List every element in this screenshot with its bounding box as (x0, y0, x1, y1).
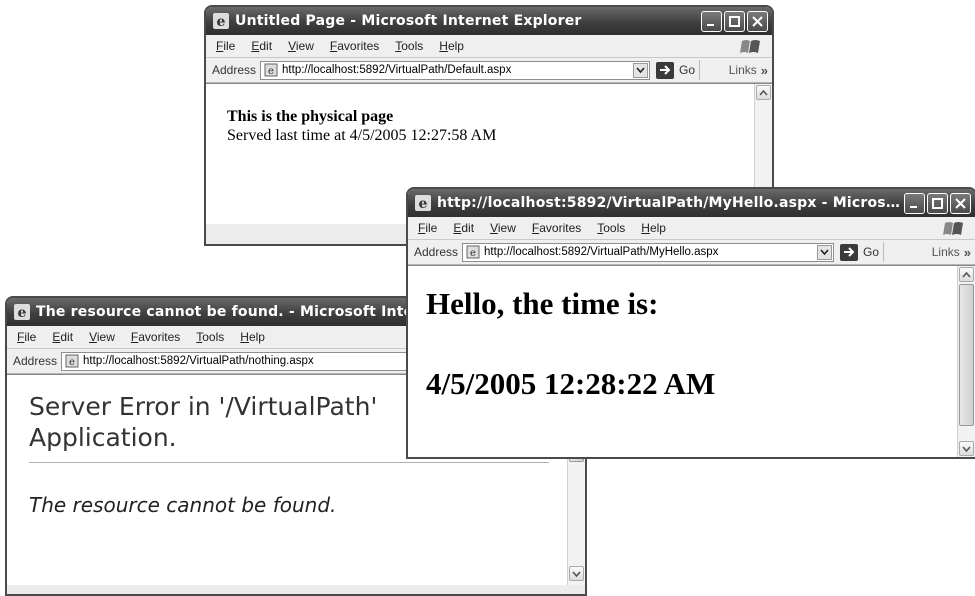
links-button[interactable]: Links» (932, 245, 971, 260)
svg-text:e: e (69, 357, 75, 368)
menu-bar: File Edit View Favorites Tools Help (206, 35, 772, 58)
menu-edit[interactable]: Edit (453, 221, 474, 235)
scroll-up-icon[interactable] (756, 85, 771, 100)
menu-view[interactable]: View (89, 330, 115, 344)
url-text: http://localhost:5892/VirtualPath/Defaul… (282, 64, 512, 76)
address-label: Address (212, 63, 257, 77)
maximize-button[interactable] (927, 192, 948, 214)
menu-help[interactable]: Help (240, 330, 265, 344)
page-heading: This is the physical page (227, 108, 394, 125)
menu-help[interactable]: Help (439, 39, 464, 53)
menu-view[interactable]: View (288, 39, 314, 53)
go-arrow-icon (840, 243, 859, 261)
address-label: Address (414, 245, 459, 259)
minimize-button[interactable] (701, 10, 722, 32)
window-title: Untitled Page - Microsoft Internet Explo… (235, 13, 582, 29)
minimize-button[interactable] (904, 192, 925, 214)
close-button[interactable] (747, 10, 768, 32)
page-content: Hello, the time is: 4/5/2005 12:28:22 AM (408, 265, 975, 457)
page-icon: e (264, 63, 278, 77)
menu-help[interactable]: Help (641, 221, 666, 235)
divider (29, 462, 549, 463)
maximize-button[interactable] (724, 10, 745, 32)
close-button[interactable] (950, 192, 971, 214)
windows-flag-icon (943, 222, 963, 235)
menu-tools[interactable]: Tools (395, 39, 423, 53)
menu-tools[interactable]: Tools (196, 330, 224, 344)
menu-file[interactable]: File (418, 221, 437, 235)
address-input[interactable]: e http://localhost:5892/VirtualPath/MyHe… (462, 242, 835, 262)
go-button[interactable]: Go (656, 61, 696, 79)
menu-edit[interactable]: Edit (52, 330, 73, 344)
chevron-down-icon[interactable] (817, 244, 833, 260)
menu-favorites[interactable]: Favorites (532, 221, 581, 235)
url-text: http://localhost:5892/VirtualPath/nothin… (83, 355, 314, 367)
hello-time: 4/5/2005 12:28:22 AM (426, 366, 716, 401)
chevron-right-icon: » (963, 244, 971, 260)
links-label: Links (728, 63, 757, 77)
address-input[interactable]: e http://localhost:5892/VirtualPath/Defa… (260, 60, 651, 80)
menu-edit[interactable]: Edit (251, 39, 272, 53)
vertical-scrollbar[interactable] (957, 266, 975, 457)
scroll-down-icon[interactable] (569, 566, 584, 581)
ie-icon: e (213, 13, 229, 30)
address-label: Address (13, 354, 58, 368)
windows-flag-icon (740, 40, 760, 53)
menu-view[interactable]: View (490, 221, 516, 235)
address-bar: Address e http://localhost:5892/VirtualP… (408, 240, 975, 265)
links-label: Links (931, 245, 960, 259)
svg-text:e: e (470, 248, 476, 259)
scroll-down-icon[interactable] (959, 441, 974, 456)
menu-favorites[interactable]: Favorites (131, 330, 180, 344)
go-arrow-icon (656, 61, 675, 79)
menu-tools[interactable]: Tools (597, 221, 625, 235)
menu-bar: File Edit View Favorites Tools Help (408, 217, 975, 240)
ie-icon: e (415, 195, 431, 212)
chevron-down-icon[interactable] (633, 62, 649, 78)
address-bar: Address e http://localhost:5892/VirtualP… (206, 58, 772, 83)
hello-heading: Hello, the time is: (426, 286, 659, 321)
title-bar[interactable]: e Untitled Page - Microsoft Internet Exp… (206, 7, 772, 35)
go-button[interactable]: Go (840, 243, 880, 261)
error-message: The resource cannot be found. (29, 493, 337, 517)
svg-text:e: e (268, 66, 274, 77)
scroll-up-icon[interactable] (959, 267, 974, 282)
svg-text:e: e (217, 14, 226, 30)
chevron-right-icon: » (760, 62, 768, 78)
browser-window-hello[interactable]: e http://localhost:5892/VirtualPath/MyHe… (406, 187, 975, 459)
page-icon: e (466, 245, 480, 259)
scroll-thumb[interactable] (959, 284, 974, 426)
menu-favorites[interactable]: Favorites (330, 39, 379, 53)
window-title: http://localhost:5892/VirtualPath/MyHell… (437, 195, 904, 211)
go-label: Go (863, 245, 880, 259)
svg-text:e: e (419, 196, 428, 212)
title-bar[interactable]: e http://localhost:5892/VirtualPath/MyHe… (408, 189, 975, 217)
menu-file[interactable]: File (17, 330, 36, 344)
served-text: Served last time at 4/5/2005 12:27:58 AM (227, 127, 497, 144)
menu-file[interactable]: File (216, 39, 235, 53)
links-button[interactable]: Links» (729, 63, 768, 78)
page-icon: e (65, 354, 79, 368)
svg-text:e: e (18, 305, 27, 321)
url-text: http://localhost:5892/VirtualPath/MyHell… (484, 246, 719, 258)
go-label: Go (679, 63, 696, 77)
ie-icon: e (14, 304, 30, 321)
